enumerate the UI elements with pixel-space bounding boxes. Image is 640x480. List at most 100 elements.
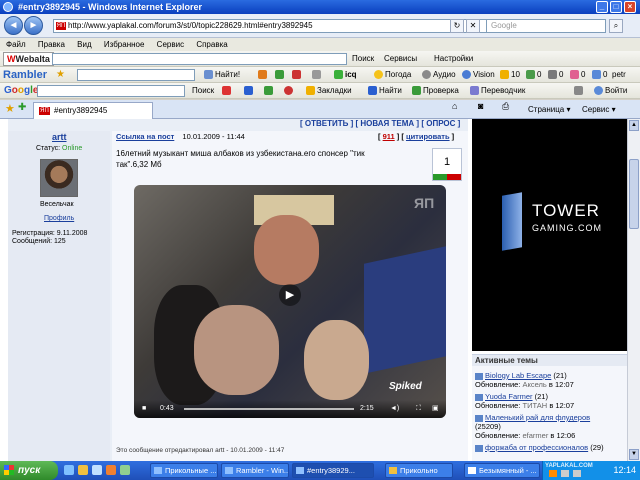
webalta-settings-menu[interactable]: Настройки [434,51,473,67]
home-icon[interactable]: ⌂ [452,101,457,111]
gmail-icon[interactable] [222,83,233,99]
star-icon[interactable]: ★ [56,67,65,83]
poll-link[interactable]: [ ОПРОС ] [421,119,460,128]
bookmarks-button[interactable]: Закладки [306,83,352,99]
search-input[interactable]: Google [486,19,606,33]
maximize-button[interactable]: □ [610,1,622,13]
quicklaunch-player-icon[interactable] [106,465,116,475]
tray-network-icon[interactable] [561,470,569,477]
address-input[interactable]: ЯП http://www.yaplakal.com/forum3/st/0/t… [53,19,491,33]
rate-down-button[interactable] [447,174,461,180]
tab-active[interactable]: ЯП #entry3892945 [33,102,153,119]
tray-app-icon[interactable] [549,470,557,477]
topic-link[interactable]: Biology Lab Escape [485,371,551,380]
new-topic-link[interactable]: [ НОВАЯ ТЕМА ] [356,119,420,128]
play-pause-button[interactable]: ■ [142,400,146,418]
wrench-icon[interactable] [574,83,585,99]
task-2[interactable]: Rambler - Win... [221,463,289,478]
menu-file[interactable]: Файл [6,40,26,49]
weather-button[interactable]: Погода [374,67,411,83]
tower-gaming-ad[interactable]: TOWER GAMING.COM [472,119,627,351]
refresh-icon[interactable]: ↻ [450,19,464,33]
quicklaunch-ie-icon[interactable] [64,465,74,475]
menu-favorites[interactable]: Избранное [104,40,145,49]
translate-button[interactable]: Переводчик [470,83,525,99]
quicklaunch-app-icon[interactable] [120,465,130,475]
task-3[interactable]: #entry38929... [292,463,374,478]
find-button[interactable]: Найти [368,83,402,99]
task-4[interactable]: Прикольно [385,463,453,478]
news-icon[interactable] [292,67,303,83]
close-button[interactable]: × [624,1,636,13]
vertical-scrollbar[interactable]: ▲ ▼ [627,119,640,461]
back-button[interactable]: ◄ [4,16,23,35]
video-player[interactable]: ЯП Spiked ▶ ■ 0:43 2:15 ◄) ⛶ ▣ [134,185,446,418]
stop-icon[interactable]: ✕ [466,19,480,33]
rate-up-button[interactable] [433,174,447,180]
counter-5[interactable]: 0 [592,67,607,83]
profile-link[interactable]: Профиль [44,215,74,222]
page-menu[interactable]: Страница ▾ [528,101,571,118]
rambler-user[interactable]: petr [612,67,626,83]
quote-link[interactable]: цитировать [406,132,450,141]
webalta-services-menu[interactable]: Сервисы [384,51,417,67]
google-search-input[interactable] [37,85,185,97]
volume-icon[interactable]: ◄) [390,400,399,418]
minimize-button[interactable]: _ [596,1,608,13]
vision-button[interactable]: Vision [462,67,495,83]
scroll-thumb[interactable] [629,159,639,229]
counter-3[interactable]: 0 [548,67,563,83]
icq-button[interactable]: icq [334,67,357,83]
post-number[interactable]: 911 [383,132,395,141]
counter-4[interactable]: 0 [570,67,585,83]
tray-volume-icon[interactable] [573,470,581,477]
topic-link[interactable]: Маленький рай для флудеров [485,413,590,422]
print-icon[interactable]: ⎙ [502,101,509,112]
rambler-search-input[interactable] [77,69,195,81]
scroll-down-icon[interactable]: ▼ [629,449,639,460]
menu-help[interactable]: Справка [196,40,227,49]
mail-icon[interactable] [312,67,323,83]
seek-bar[interactable] [184,408,354,410]
webalta-logo[interactable]: WWebalta [3,52,54,66]
rambler-logo[interactable]: Rambler [3,67,47,83]
add-favorites-icon[interactable]: ✚ [18,102,26,113]
post-link[interactable]: Ссылка на пост [116,132,174,141]
counter-2[interactable]: 0 [526,67,541,83]
feeds-icon[interactable]: ◙ [478,101,483,111]
favorites-star-icon[interactable]: ★ [5,102,15,115]
start-button[interactable]: пуск [0,461,58,480]
topic-link[interactable]: Yuoda Farmer [485,392,533,401]
author-name[interactable]: artt [52,132,67,142]
signin-button[interactable]: Войти [594,83,627,99]
quicklaunch-folder-icon[interactable] [78,465,88,475]
menu-edit[interactable]: Правка [38,40,65,49]
task-5[interactable]: Безымянный - ... [464,463,540,478]
check-button[interactable]: Проверка [412,83,459,99]
menu-tools[interactable]: Сервис [157,40,184,49]
settings-gear-icon[interactable]: ▣ [432,400,439,418]
fullscreen-icon[interactable]: ⛶ [416,400,421,418]
counter-1[interactable]: 10 [500,67,520,83]
rambler-find-button[interactable]: Найти! [204,67,240,83]
webalta-search-input[interactable] [52,53,347,65]
topic-link[interactable]: форжаба от профессионалов [485,443,588,452]
reply-link[interactable]: [ ОТВЕТИТЬ ] [300,119,353,128]
menu-view[interactable]: Вид [77,40,91,49]
play-icon[interactable]: ▶ [279,284,301,306]
gift-icon[interactable] [275,67,286,83]
google-logo[interactable]: Google [4,83,38,99]
blocker-icon[interactable] [244,83,255,99]
webalta-search-button[interactable]: Поиск [352,51,374,67]
search-go-icon[interactable]: ⌕ [609,19,623,33]
tools-menu[interactable]: Сервис ▾ [582,101,616,118]
pagerank-icon[interactable] [284,83,295,99]
settings-icon[interactable] [264,83,275,99]
task-1[interactable]: Прикольные ... [150,463,218,478]
audio-button[interactable]: Аудио [422,67,456,83]
avatar[interactable] [40,159,78,197]
google-search-button[interactable]: Поиск [192,83,214,99]
scroll-up-icon[interactable]: ▲ [629,120,639,131]
quicklaunch-desktop-icon[interactable] [92,465,102,475]
pencil-icon[interactable] [258,67,269,83]
